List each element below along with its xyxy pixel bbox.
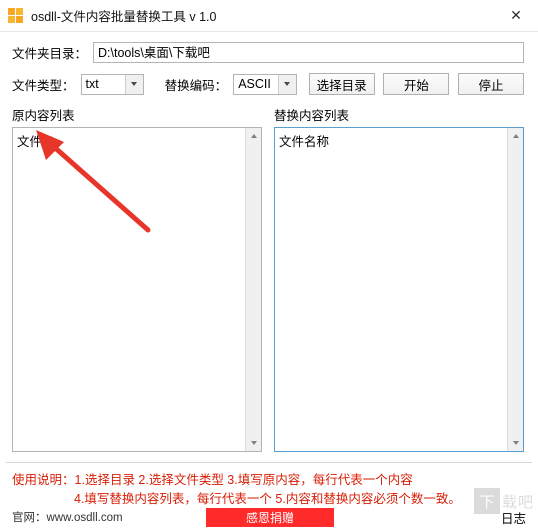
usage-instructions: 使用说明：1.选择目录 2.选择文件类型 3.填写原内容，每行代表一个内容 4.… [0,463,538,509]
target-content-textarea[interactable]: 文件名称 [274,127,524,452]
encoding-select[interactable]: ASCII [233,73,297,95]
official-site[interactable]: 官网：www.osdll.com [12,509,123,525]
scroll-down-icon[interactable] [246,435,262,451]
directory-row: 文件夹目录： D:\tools\桌面\下载吧 [12,42,524,63]
scroll-down-icon[interactable] [508,435,524,451]
window-title: osdll-文件内容批量替换工具 v 1.0 [31,10,217,24]
chevron-down-icon [277,74,296,94]
source-scrollbar[interactable] [245,128,261,451]
usage-title: 使用说明： [12,473,75,487]
donate-button[interactable]: 感恩捐赠 [206,507,335,527]
directory-input[interactable]: D:\tools\桌面\下载吧 [93,42,524,63]
source-content-textarea[interactable]: 文件名 [12,127,262,452]
target-list-item: 文件名称 [279,135,330,149]
window-controls: ✕ [494,0,538,32]
options-row: 文件类型： txt 替换编码： ASCII 选择目录 开始 停止 [12,73,525,95]
filetype-select[interactable]: txt [80,73,144,95]
target-list-caption: 替换内容列表 [274,109,350,123]
scroll-up-icon[interactable] [246,128,262,144]
stop-button[interactable]: 停止 [458,73,525,95]
target-list-column: 替换内容列表 文件名称 [274,105,524,452]
scroll-up-icon[interactable] [508,128,524,144]
form-area: 文件夹目录： D:\tools\桌面\下载吧 文件类型： txt 替换编码： A… [0,32,538,95]
encoding-selected-value: ASCII [238,77,271,91]
source-list-column: 原内容列表 文件名 [12,105,262,452]
select-directory-button[interactable]: 选择目录 [308,73,375,95]
official-url[interactable]: www.osdll.com [47,512,123,524]
source-list-caption: 原内容列表 [12,109,75,123]
target-scrollbar[interactable] [507,128,523,451]
filetype-label: 文件类型： [12,78,75,93]
directory-label: 文件夹目录： [12,47,88,61]
bottom-bar: 官网：www.osdll.com 感恩捐赠 日志 [0,504,538,530]
lists-area: 原内容列表 文件名 替换内容列表 文件名称 [0,105,538,452]
close-icon[interactable]: ✕ [494,0,538,32]
title-bar: osdll-文件内容批量替换工具 v 1.0 ✕ [0,0,538,32]
source-list-item: 文件名 [17,135,55,149]
chevron-down-icon [124,74,143,94]
start-button[interactable]: 开始 [383,73,450,95]
log-label[interactable]: 日志 [501,508,526,527]
encoding-label: 替换编码： [164,78,228,93]
official-label: 官网： [12,512,47,524]
usage-line-1: 1.选择目录 2.选择文件类型 3.填写原内容，每行代表一个内容 [74,473,413,487]
app-icon [8,7,24,24]
filetype-selected-value: txt [85,77,99,91]
